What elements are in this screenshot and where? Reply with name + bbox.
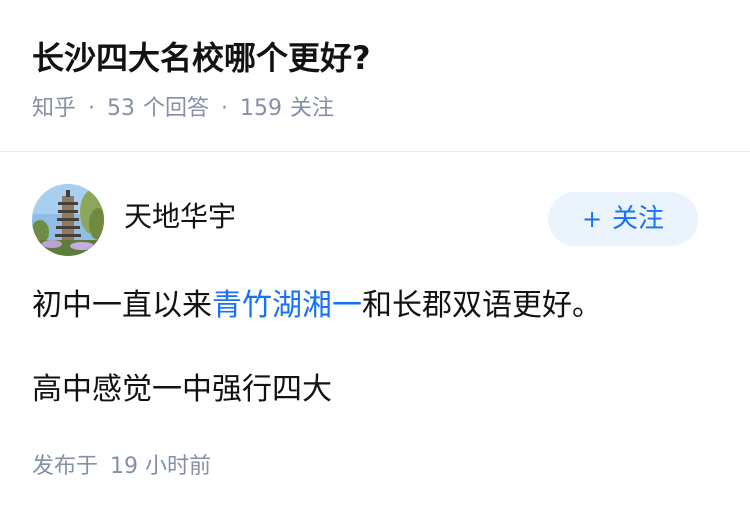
source-label[interactable]: 知乎: [32, 96, 76, 121]
question-title[interactable]: 长沙四大名校哪个更好?: [32, 36, 371, 80]
pagoda-avatar-icon: [32, 184, 104, 256]
follow-label: 关注: [612, 204, 665, 234]
meta-separator: ·: [221, 96, 229, 121]
publish-time-value: 19 小时前: [110, 454, 212, 479]
publish-label: 发布于: [32, 454, 99, 479]
meta-separator: ·: [88, 96, 96, 121]
answers-count: 53: [107, 96, 136, 121]
question-header: 长沙四大名校哪个更好? 知乎 · 53 个回答 · 159 关注: [0, 0, 750, 152]
plus-icon: +: [581, 205, 603, 233]
answer-text: 和长郡双语更好。: [362, 288, 602, 323]
avatar[interactable]: [32, 184, 104, 256]
followers-count: 159: [240, 96, 283, 121]
question-meta: 知乎 · 53 个回答 · 159 关注: [32, 92, 334, 126]
answer-paragraph: 初中一直以来青竹湖湘一和长郡双语更好。: [32, 284, 602, 328]
answer-text: 初中一直以来: [32, 288, 212, 323]
school-link[interactable]: 青竹湖湘一: [212, 288, 362, 323]
publish-time: 发布于 19 小时前: [32, 450, 211, 484]
follow-button[interactable]: + 关注: [548, 192, 698, 246]
answers-label: 个回答: [143, 96, 210, 121]
answer-paragraph: 高中感觉一中强行四大: [32, 372, 332, 407]
followers-label: 关注: [290, 96, 335, 121]
author-name[interactable]: 天地华宇: [124, 197, 236, 237]
